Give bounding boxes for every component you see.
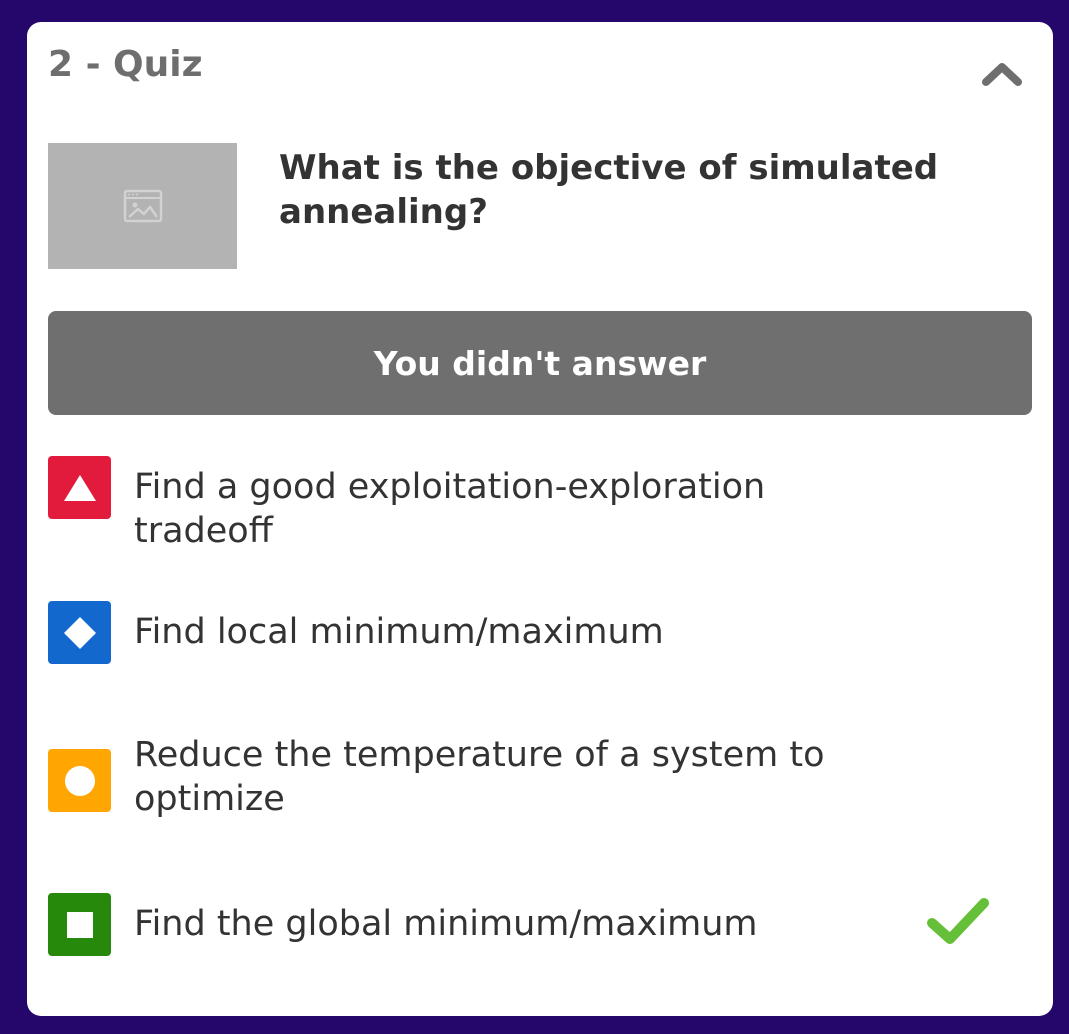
- answer-option-3: Reduce the temperature of a system to op…: [48, 735, 1032, 835]
- answer-option-2-text: Find local minimum/maximum: [134, 612, 664, 652]
- answer-status-text: You didn't answer: [373, 343, 707, 383]
- square-icon: [48, 893, 111, 956]
- answer-option-1: Find a good exploitation-exploration tra…: [48, 454, 1032, 551]
- answer-option-3-text: Reduce the temperature of a system to op…: [134, 735, 825, 819]
- image-placeholder-icon: [123, 189, 162, 223]
- collapse-button[interactable]: [979, 56, 1025, 90]
- question-text: What is the objective of simulated annea…: [279, 148, 939, 232]
- question-image: [48, 143, 237, 269]
- circle-icon: [48, 749, 111, 812]
- answer-status-banner: You didn't answer: [48, 311, 1032, 415]
- chevron-up-icon: [982, 63, 1022, 86]
- checkmark-icon: [927, 898, 989, 944]
- quiz-title: 2 - Quiz: [48, 44, 203, 85]
- quiz-card: 2 - Quiz What is the objective of simula…: [27, 22, 1053, 1016]
- triangle-icon: [48, 456, 111, 519]
- answer-option-4: Find the global minimum/maximum: [48, 891, 1032, 957]
- answer-option-4-text: Find the global minimum/maximum: [134, 904, 758, 944]
- answer-option-2: Find local minimum/maximum: [48, 599, 1032, 665]
- diamond-icon: [48, 601, 111, 664]
- answer-option-1-text: Find a good exploitation-exploration tra…: [134, 467, 766, 551]
